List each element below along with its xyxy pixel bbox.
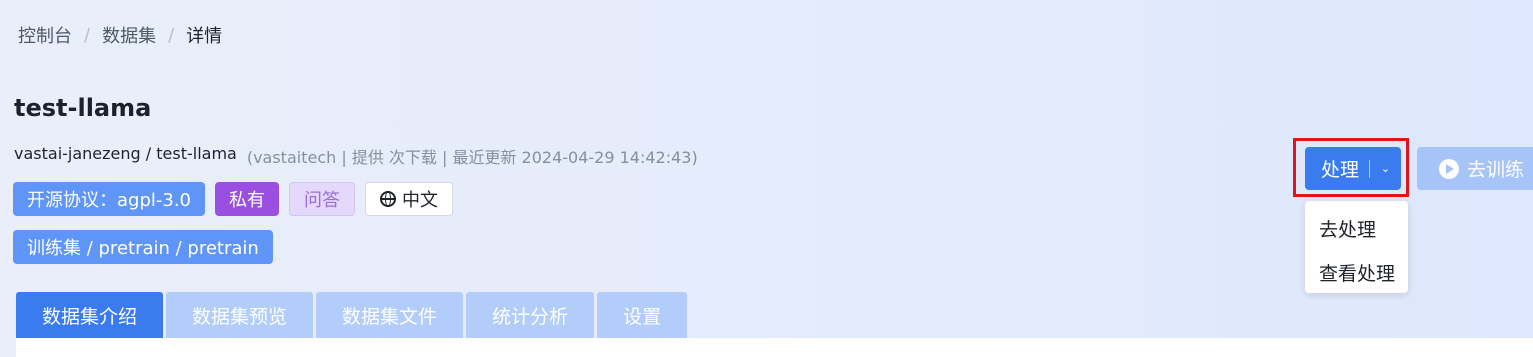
breadcrumb-datasets[interactable]: 数据集 bbox=[102, 22, 156, 48]
tab-dataset-intro[interactable]: 数据集介绍 bbox=[16, 292, 164, 338]
breadcrumb-separator: / bbox=[168, 24, 175, 46]
dataset-meta-extra: (vastaitech | 提供 次下载 | 最近更新 2024-04-29 1… bbox=[246, 148, 698, 167]
language-tag: 中文 bbox=[365, 182, 454, 216]
tab-dataset-files[interactable]: 数据集文件 bbox=[316, 292, 464, 338]
tab-bar: 数据集介绍 数据集预览 数据集文件 统计分析 设置 bbox=[16, 292, 688, 338]
globe-icon bbox=[380, 191, 397, 207]
breadcrumb-separator: / bbox=[84, 24, 91, 46]
process-button-label: 处理 bbox=[1321, 159, 1360, 181]
dataset-owner-path: vastai-janezeng / test-llama bbox=[14, 144, 237, 163]
play-circle-icon bbox=[1439, 158, 1459, 179]
breadcrumb-console[interactable]: 控制台 bbox=[18, 22, 72, 48]
train-button-label: 去训练 bbox=[1467, 159, 1525, 181]
trainset-tag: 训练集 / pretrain / pretrain bbox=[13, 230, 273, 264]
menu-item-view-process[interactable]: 查看处理 bbox=[1305, 253, 1408, 291]
task-tag: 问答 bbox=[289, 182, 356, 216]
visibility-tag: 私有 bbox=[215, 182, 280, 216]
language-label: 中文 bbox=[402, 190, 439, 211]
chevron-down-icon[interactable]: ⌄ bbox=[1370, 162, 1401, 175]
menu-item-go-process[interactable]: 去处理 bbox=[1305, 215, 1408, 241]
train-button[interactable]: 去训练 bbox=[1417, 147, 1533, 190]
license-tag: 开源协议：agpl-3.0 bbox=[13, 182, 206, 216]
process-dropdown-menu: 去处理 查看处理 bbox=[1305, 201, 1408, 293]
tab-dataset-preview[interactable]: 数据集预览 bbox=[166, 292, 314, 338]
dataset-meta: vastai-janezeng / test-llama (vastaitech… bbox=[14, 144, 698, 168]
process-button[interactable]: 处理 ⌄ bbox=[1305, 147, 1401, 190]
tab-content-area bbox=[16, 338, 1533, 357]
dataset-title: test-llama bbox=[14, 94, 152, 122]
breadcrumb-detail: 详情 bbox=[186, 26, 223, 47]
tab-statistics[interactable]: 统计分析 bbox=[466, 292, 595, 338]
tag-row: 开源协议：agpl-3.0 私有 问答 中文 bbox=[13, 182, 454, 216]
tab-settings[interactable]: 设置 bbox=[597, 292, 688, 338]
breadcrumb: 控制台 / 数据集 / 详情 bbox=[18, 22, 222, 48]
